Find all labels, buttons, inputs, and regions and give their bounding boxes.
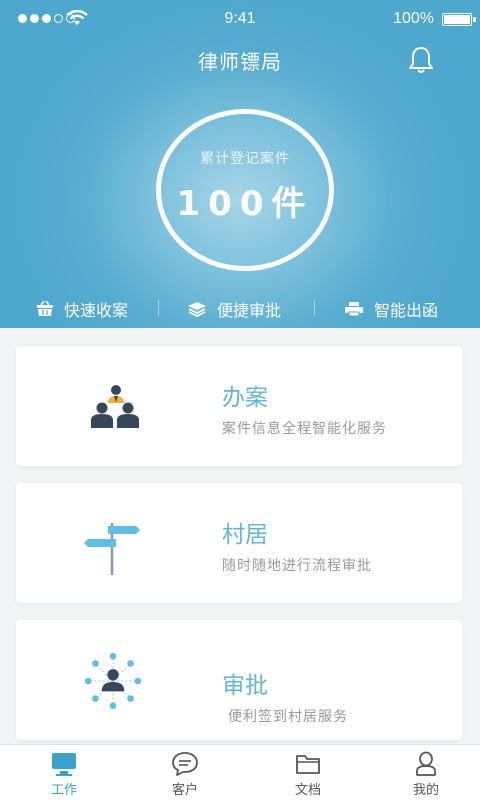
tab-documents[interactable]: 文档 — [268, 751, 348, 798]
basket-icon — [37, 301, 53, 316]
bell-icon[interactable] — [408, 46, 434, 74]
tab-label: 我的 — [412, 783, 439, 798]
tab-label: 工作 — [50, 783, 77, 798]
chat-icon — [172, 752, 198, 776]
team-icon — [91, 385, 139, 428]
card-title: 村居 — [222, 522, 268, 548]
quick-actions: 快速收案 便捷审批 智能出函 — [0, 296, 480, 322]
card-approval[interactable]: 审批 便利签到村居服务 — [16, 620, 462, 740]
quick-receive-button[interactable]: 快速收案 — [36, 296, 128, 322]
counter-value: 100件 — [176, 183, 314, 224]
network-icon — [84, 652, 142, 710]
tab-mine[interactable]: 我的 — [386, 751, 466, 798]
quick-receive-label: 快速收案 — [64, 301, 129, 320]
tab-clients[interactable]: 客户 — [145, 751, 225, 798]
card-title: 审批 — [222, 673, 268, 699]
monitor-icon — [52, 753, 76, 776]
folder-icon — [296, 755, 320, 774]
tab-label: 文档 — [294, 783, 321, 798]
battery-icon — [442, 13, 476, 26]
counter-label: 累计登记案件 — [200, 150, 290, 167]
smart-letter-label: 智能出函 — [374, 301, 439, 320]
printer-icon — [345, 302, 363, 317]
card-village[interactable]: 村居 随时随地进行流程审批 — [16, 483, 462, 603]
card-subtitle: 案件信息全程智能化服务 — [222, 421, 387, 437]
divider — [158, 300, 159, 316]
status-bar: 9:41 100% — [0, 8, 480, 30]
quick-approve-label: 便捷审批 — [217, 301, 282, 320]
user-icon — [416, 751, 436, 776]
card-title: 办案 — [222, 385, 268, 411]
signpost-icon — [84, 523, 140, 575]
quick-approve-button[interactable]: 便捷审批 — [187, 296, 281, 322]
header: 9:41 100% 律师镖局 累计登记案件 100件 快速收案 便捷审批 智能出… — [0, 0, 480, 328]
case-counter: 累计登记案件 100件 — [156, 109, 334, 271]
tab-bar: 工作 客户 文档 我的 — [0, 744, 480, 800]
smart-letter-button[interactable]: 智能出函 — [344, 296, 438, 322]
layers-icon — [188, 302, 206, 317]
divider — [314, 300, 315, 316]
tab-work[interactable]: 工作 — [24, 751, 104, 798]
battery-percent: 100% — [393, 10, 434, 27]
card-case-handling[interactable]: 办案 案件信息全程智能化服务 — [16, 346, 462, 466]
card-subtitle: 随时随地进行流程审批 — [222, 558, 372, 574]
card-subtitle: 便利签到村居服务 — [228, 709, 348, 725]
tab-label: 客户 — [171, 783, 198, 798]
